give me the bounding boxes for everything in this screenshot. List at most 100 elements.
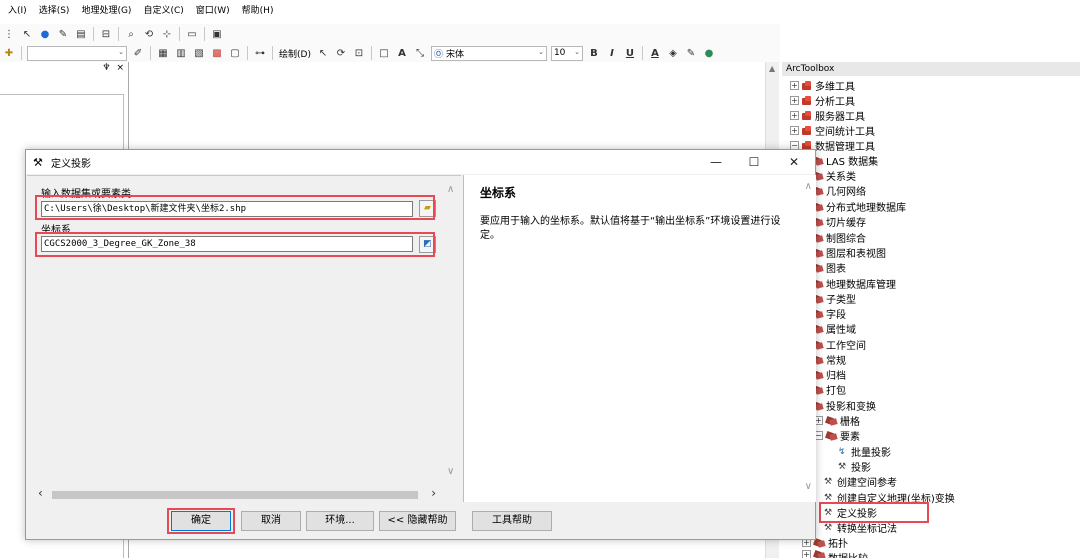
toolbox-server[interactable]: + 服务器工具 <box>790 108 865 123</box>
menu-select[interactable]: 选择(S) <box>33 0 76 22</box>
expand-icon[interactable]: + <box>790 111 799 120</box>
route-icon[interactable]: ⟲ <box>142 27 156 41</box>
toolbox-icon[interactable]: ▩ <box>210 46 224 60</box>
rectangle-icon[interactable]: □ <box>377 46 391 60</box>
maximize-button[interactable]: ☐ <box>734 152 774 172</box>
hide-help-button[interactable]: << 隐藏帮助 <box>379 511 456 531</box>
italic-button[interactable]: I <box>605 46 619 60</box>
add-data-icon[interactable]: ✚ <box>2 46 16 60</box>
tool-batch-project[interactable]: ↯ 批量投影 <box>838 444 891 460</box>
parameters-vscrollbar[interactable]: ∧ ∨ <box>443 180 460 480</box>
menu-help[interactable]: 帮助(H) <box>236 0 280 22</box>
table-icon[interactable]: ▦ <box>156 46 170 60</box>
toolset-archiving[interactable]: 归档 <box>812 367 846 382</box>
spatial-reference-properties-icon[interactable]: ◩ <box>419 236 436 253</box>
viewer-icon[interactable]: ▣ <box>210 27 224 41</box>
marker-color-icon[interactable]: ● <box>702 46 716 60</box>
tool-create-custom-transformation[interactable]: ⚒ 创建自定义地理(坐标)变换 <box>824 490 955 506</box>
bold-button[interactable]: B <box>587 46 601 60</box>
model-builder-icon[interactable]: ⊶ <box>253 46 267 60</box>
coordinate-system-field[interactable]: CGCS2000_3_Degree_GK_Zone_38 <box>41 236 413 252</box>
python-window-icon[interactable]: ▢ <box>228 46 242 60</box>
toolset-workspace[interactable]: 工作空间 <box>812 337 866 352</box>
cancel-button[interactable]: 取消 <box>241 511 301 531</box>
toolset-tile-cache[interactable]: 切片缓存 <box>812 214 866 229</box>
identify-icon[interactable]: ● <box>38 27 52 41</box>
html-popup-icon[interactable]: ▤ <box>74 27 88 41</box>
toolset-package[interactable]: 打包 <box>812 382 846 397</box>
tool-define-projection[interactable]: ⚒ 定义投影 <box>824 505 877 521</box>
toolset-fields[interactable]: 字段 <box>812 306 846 321</box>
tree-label: 多维工具 <box>815 82 855 93</box>
toolset-data-comparison[interactable]: + 数据比较 <box>802 550 868 558</box>
font-name-combo[interactable]: Ⓞ 宋体 ⌄ <box>430 45 547 61</box>
search-window-icon[interactable]: ▧ <box>192 46 206 60</box>
toolset-subtypes[interactable]: 子类型 <box>812 291 856 306</box>
callout-icon[interactable]: ⤡ <box>413 46 427 60</box>
underline-button[interactable]: U <box>623 46 637 60</box>
menu-insert[interactable]: 入(I) <box>2 0 33 22</box>
tool-project[interactable]: ⚒ 投影 <box>838 459 871 475</box>
expand-icon[interactable]: + <box>802 550 811 558</box>
menu-geoprocessing[interactable]: 地理处理(G) <box>75 0 137 22</box>
find-icon[interactable]: ⌕ <box>124 27 138 41</box>
toolset-relationship-class[interactable]: 关系类 <box>812 168 856 183</box>
tree-label: 创建自定义地理(坐标)变换 <box>837 494 955 505</box>
tool-convert-coordinate-notation[interactable]: ⚒ 转换坐标记法 <box>824 520 897 536</box>
close-icon[interactable]: × <box>116 63 124 73</box>
time-slider-icon[interactable]: ▭ <box>185 27 199 41</box>
browse-folder-icon[interactable]: ▰ <box>419 200 436 217</box>
parameters-hscrollbar[interactable]: ‹ › <box>38 486 436 500</box>
menu-window[interactable]: 窗口(W) <box>190 0 236 22</box>
ok-button[interactable]: 确定 <box>171 511 231 531</box>
toolset-graph[interactable]: 图表 <box>812 260 846 275</box>
font-color-icon[interactable]: A <box>648 46 662 60</box>
goto-xy-icon[interactable]: ⊹ <box>160 27 174 41</box>
toolbox-spatial-statistics[interactable]: + 空间统计工具 <box>790 123 875 138</box>
toolset-projections[interactable]: 投影和变换 <box>812 398 876 413</box>
toolset-geometric-network[interactable]: 几何网络 <box>812 183 866 198</box>
tree-label: 常规 <box>826 356 846 367</box>
editor-icon[interactable]: ✐ <box>131 46 145 60</box>
chevron-up-icon[interactable]: ∧ <box>805 181 812 192</box>
select-arrow-icon[interactable]: ↖ <box>316 46 330 60</box>
toolbox-analysis[interactable]: + 分析工具 <box>790 93 855 108</box>
edit-icon[interactable]: ✎ <box>56 27 70 41</box>
expand-icon[interactable]: + <box>790 81 799 90</box>
toolbox-multidimension[interactable]: + 多维工具 <box>790 78 855 93</box>
expand-icon[interactable]: + <box>790 126 799 135</box>
scroll-thumb[interactable] <box>52 491 418 499</box>
expand-icon[interactable]: + <box>790 96 799 105</box>
toolset-distributed-gdb[interactable]: 分布式地理数据库 <box>812 199 906 214</box>
toolset-layers-table-views[interactable]: 图层和表视图 <box>812 245 886 260</box>
minimize-button[interactable]: — <box>696 152 736 172</box>
chevron-down-icon[interactable]: ∨ <box>805 481 812 492</box>
zoom-whole-icon[interactable]: ⊡ <box>352 46 366 60</box>
toolset-feature[interactable]: − 要素 <box>814 428 860 443</box>
chevron-down-icon: ⌄ <box>118 47 124 56</box>
draw-menu[interactable]: 绘制(D) <box>279 47 311 60</box>
rotate-icon[interactable]: ⟳ <box>334 46 348 60</box>
scale-combo[interactable]: ⌄ <box>27 45 127 61</box>
input-dataset-field[interactable]: C:\Users\徐\Desktop\新建文件夹\坐标2.shp <box>41 201 413 217</box>
toolset-general[interactable]: 常规 <box>812 352 846 367</box>
text-tool-icon[interactable]: A <box>395 46 409 60</box>
menu-customize[interactable]: 自定义(C) <box>137 0 189 22</box>
close-button[interactable]: ✕ <box>774 152 814 172</box>
pin-icon[interactable]: ♆ <box>102 63 110 73</box>
select-elements-icon[interactable]: ↖ <box>20 27 34 41</box>
fill-color-icon[interactable]: ◈ <box>666 46 680 60</box>
tree-label: 投影和变换 <box>826 402 876 413</box>
toolset-domains[interactable]: 属性域 <box>812 321 856 336</box>
catalog-icon[interactable]: ▥ <box>174 46 188 60</box>
measure-icon[interactable]: ⊟ <box>99 27 113 41</box>
toolset-generalization[interactable]: 制图综合 <box>812 230 866 245</box>
environments-button[interactable]: 环境... <box>306 511 374 531</box>
toolset-las-dataset[interactable]: LAS 数据集 <box>812 153 878 168</box>
toolset-gdb-administration[interactable]: 地理数据库管理 <box>812 276 896 291</box>
line-color-icon[interactable]: ✎ <box>684 46 698 60</box>
toolset-raster[interactable]: + 栅格 <box>814 413 860 428</box>
tool-help-button[interactable]: 工具帮助 <box>472 511 552 531</box>
tool-create-spatial-reference[interactable]: ⚒ 创建空间参考 <box>824 474 897 490</box>
font-size-combo[interactable]: 10 ⌄ <box>550 45 583 61</box>
